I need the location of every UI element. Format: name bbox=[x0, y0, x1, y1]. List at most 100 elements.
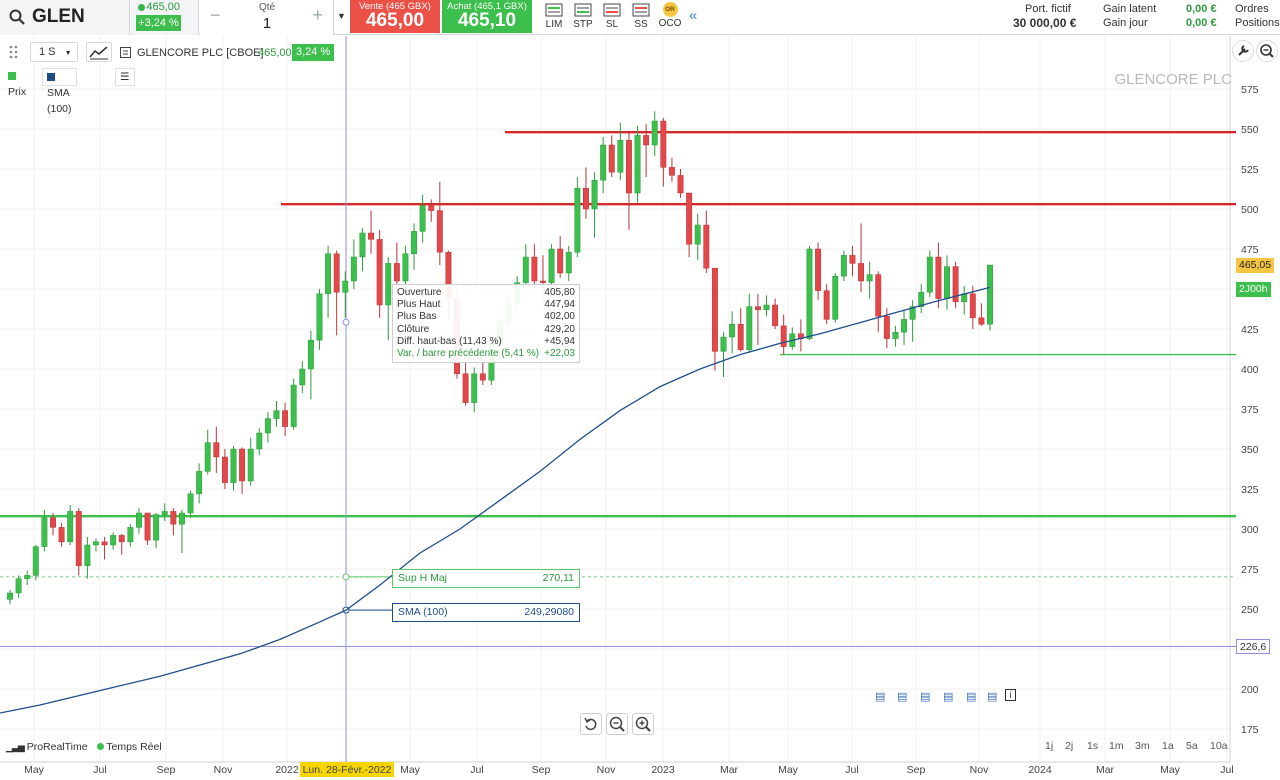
chevron-down-icon: ▼ bbox=[337, 11, 346, 21]
sl-order-button[interactable]: SL bbox=[598, 2, 626, 33]
info-icon[interactable]: i bbox=[1005, 689, 1016, 701]
candle-body bbox=[600, 144, 607, 181]
period-1y[interactable]: 1a bbox=[1162, 740, 1174, 752]
candle-body bbox=[935, 256, 942, 299]
candle-body bbox=[557, 248, 564, 274]
candle-body bbox=[24, 575, 31, 579]
period-1m[interactable]: 1m bbox=[1109, 740, 1124, 752]
collapse-double-chevron-icon[interactable]: « bbox=[689, 7, 697, 24]
zoom-in-button[interactable] bbox=[632, 713, 654, 735]
x-tick-label: Mar bbox=[720, 764, 739, 776]
instrument-info-icon[interactable] bbox=[120, 47, 131, 58]
live-dot-icon bbox=[138, 4, 145, 11]
candle-body bbox=[316, 293, 323, 341]
news-icon[interactable]: ▤ bbox=[897, 690, 907, 703]
news-icon[interactable]: ▤ bbox=[943, 690, 953, 703]
change-badge: +3,24 % bbox=[136, 15, 181, 31]
x-tick-label: Mar bbox=[1096, 764, 1115, 776]
sma-tag-value: 249,29080 bbox=[524, 606, 574, 618]
period-1d[interactable]: 1j bbox=[1045, 740, 1053, 752]
x-tick-label: Sep bbox=[157, 764, 176, 776]
chart-type-icon bbox=[89, 46, 108, 60]
candle-body bbox=[677, 175, 684, 194]
x-tick-label: May bbox=[1160, 764, 1181, 776]
drag-handle-icon[interactable] bbox=[8, 44, 20, 62]
candle-body bbox=[256, 432, 263, 450]
symbol-search[interactable]: GLEN bbox=[0, 0, 130, 35]
realtime-dot-icon bbox=[96, 743, 104, 750]
lim-order-button[interactable]: LIM bbox=[540, 2, 568, 33]
oco-order-button[interactable]: OR OCO bbox=[656, 2, 684, 33]
candle-body bbox=[153, 514, 160, 541]
qty-dropdown[interactable]: ▼ bbox=[335, 0, 349, 35]
candle-body bbox=[110, 535, 117, 546]
candle-body bbox=[772, 304, 779, 327]
ohlc-tooltip: Ouverture 405,80 Plus Haut 447,94 Plus Bas… bbox=[392, 284, 580, 363]
order-bar: GLEN 465,00 +3,24 % − Qté 1 + ▼ Vente (4… bbox=[0, 0, 1280, 35]
quantity-stepper: − Qté 1 + bbox=[200, 0, 334, 35]
period-2d[interactable]: 2j bbox=[1065, 740, 1073, 752]
zoom-out-full-button[interactable] bbox=[1256, 40, 1278, 62]
ss-order-button[interactable]: SS bbox=[627, 2, 655, 33]
candle-body bbox=[58, 527, 65, 543]
candle-body bbox=[307, 339, 314, 370]
news-icon[interactable]: ▤ bbox=[875, 690, 885, 703]
orders-link[interactable]: Ordres bbox=[1235, 3, 1269, 15]
zoom-out-icon bbox=[1260, 44, 1274, 58]
axis-price-tag: 2J00h bbox=[1236, 281, 1271, 297]
sell-button[interactable]: Vente (465 GBX) 465,00 bbox=[350, 0, 440, 33]
stp-order-button[interactable]: STP bbox=[569, 2, 597, 33]
candle-body bbox=[746, 306, 753, 351]
candle-body bbox=[67, 511, 74, 543]
candle-body bbox=[273, 410, 280, 419]
interval-select[interactable]: 1 S ▼ bbox=[30, 42, 78, 62]
period-5y[interactable]: 5a bbox=[1186, 740, 1198, 752]
candle-body bbox=[282, 410, 289, 427]
candle-body bbox=[591, 179, 598, 210]
legend-list-button[interactable]: ☰ bbox=[115, 68, 135, 86]
candle-body bbox=[978, 317, 985, 325]
y-tick-label: 375 bbox=[1241, 404, 1259, 416]
candle-body bbox=[703, 224, 710, 269]
candle-body bbox=[290, 384, 297, 427]
news-icon[interactable]: ▤ bbox=[920, 690, 930, 703]
news-icon[interactable]: ▤ bbox=[966, 690, 976, 703]
period-1w[interactable]: 1s bbox=[1087, 740, 1098, 752]
qty-plus-button[interactable]: + bbox=[312, 5, 323, 26]
crosshair-date-label: Lun. 28-Févr.-2022 bbox=[303, 764, 392, 776]
legend-sma[interactable]: SMA (100) bbox=[42, 68, 77, 115]
buy-button[interactable]: Achat (465,1 GBX) 465,10 bbox=[442, 0, 532, 33]
candle-body bbox=[608, 144, 615, 173]
period-10y[interactable]: 10a bbox=[1210, 740, 1228, 752]
y-tick-label: 200 bbox=[1241, 684, 1259, 696]
candle-body bbox=[617, 139, 624, 173]
last-price: 465,00 bbox=[146, 1, 180, 13]
candle-body bbox=[84, 544, 91, 567]
lim-label: LIM bbox=[545, 19, 563, 30]
legend-price[interactable]: Prix bbox=[4, 68, 31, 98]
candle-body bbox=[754, 306, 761, 311]
oco-label: OCO bbox=[658, 18, 682, 29]
settings-wrench-button[interactable] bbox=[1232, 40, 1254, 62]
news-icon[interactable]: ▤ bbox=[987, 690, 997, 703]
candle-body bbox=[101, 541, 108, 546]
candle-body bbox=[711, 267, 718, 352]
price-chart[interactable]: 1752002252502753003253503754004254504755… bbox=[0, 0, 1280, 780]
support-line-tag[interactable]: Sup H Maj 270,11 bbox=[392, 569, 580, 588]
last-quote: 465,00 +3,24 % bbox=[131, 0, 199, 35]
sma-line-tag[interactable]: SMA (100) 249,29080 bbox=[392, 603, 580, 622]
candle-body bbox=[333, 253, 340, 293]
reset-view-button[interactable] bbox=[580, 713, 602, 735]
candle-body bbox=[402, 253, 409, 282]
chart-type-button[interactable] bbox=[86, 42, 112, 62]
candle-body bbox=[892, 331, 899, 339]
x-tick-label: Sep bbox=[532, 764, 551, 776]
support-tag-value: 270,11 bbox=[542, 572, 574, 584]
zoom-out-button[interactable] bbox=[606, 713, 628, 735]
y-tick-label: 300 bbox=[1241, 524, 1259, 536]
stop-loss-icon bbox=[603, 3, 621, 17]
period-3m[interactable]: 3m bbox=[1135, 740, 1150, 752]
instrument-change-badge: 3,24 % bbox=[292, 44, 335, 61]
candle-body bbox=[901, 319, 907, 333]
positions-link[interactable]: Positions bbox=[1235, 17, 1280, 29]
